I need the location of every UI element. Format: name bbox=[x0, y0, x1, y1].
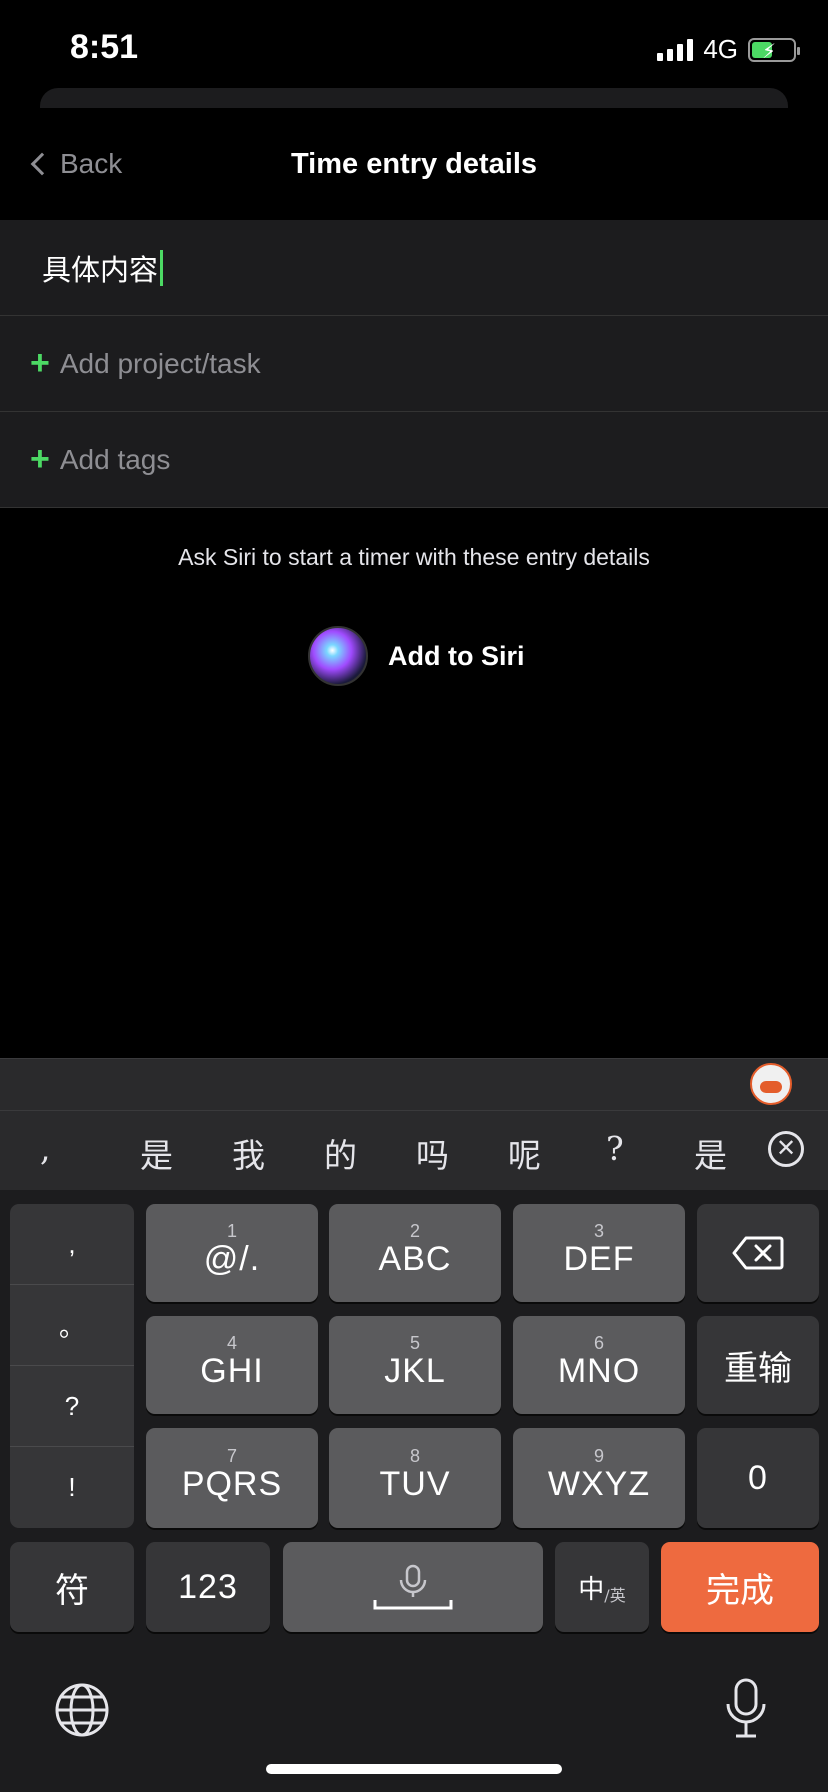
key-3[interactable]: 3 DEF bbox=[513, 1204, 685, 1302]
keyboard-toolbar bbox=[0, 1058, 828, 1110]
keyboard: , 。 ? ! 1 @/. 2 ABC 3 DEF 4 GHI 5 JKL 6 … bbox=[0, 1190, 828, 1792]
siri-hint: Ask Siri to start a timer with these ent… bbox=[178, 544, 650, 570]
backspace-icon bbox=[732, 1236, 784, 1270]
candidate-item[interactable]: , bbox=[40, 1129, 51, 1168]
home-indicator bbox=[266, 1764, 562, 1774]
candidate-item[interactable]: 我 bbox=[232, 1129, 265, 1177]
punct-key[interactable]: 。 bbox=[10, 1285, 134, 1366]
globe-icon[interactable] bbox=[54, 1682, 110, 1738]
candidate-item[interactable]: 的 bbox=[324, 1129, 357, 1177]
candidate-bar: , 是 我 的 吗 呢 ? 是 ✕ bbox=[0, 1110, 828, 1190]
entry-form: 具体内容 + Add project/task + Add tags bbox=[0, 220, 828, 508]
siri-icon bbox=[308, 626, 368, 686]
plus-icon: + bbox=[30, 440, 50, 478]
key-8[interactable]: 8 TUV bbox=[329, 1428, 501, 1528]
symbols-key[interactable]: 符 bbox=[10, 1542, 134, 1632]
key-1[interactable]: 1 @/. bbox=[146, 1204, 318, 1302]
mic-icon[interactable] bbox=[724, 1678, 768, 1740]
punct-key[interactable]: ! bbox=[10, 1447, 134, 1528]
add-to-siri-button[interactable]: Add to Siri bbox=[308, 626, 525, 686]
add-tags-button[interactable]: + Add tags bbox=[0, 412, 828, 508]
punct-key[interactable]: , bbox=[10, 1204, 134, 1285]
page-title: Time entry details bbox=[290, 148, 538, 180]
backspace-key[interactable] bbox=[697, 1204, 819, 1302]
nav-bar: Back Time entry details bbox=[0, 108, 828, 220]
key-4[interactable]: 4 GHI bbox=[146, 1316, 318, 1414]
key-2[interactable]: 2 ABC bbox=[329, 1204, 501, 1302]
status-indicators: 4G ⚡ bbox=[657, 34, 800, 65]
language-switch-key[interactable]: 中 /英 bbox=[555, 1542, 649, 1632]
status-bar: 8:51 4G ⚡ bbox=[0, 0, 828, 100]
candidate-item[interactable]: 是 bbox=[140, 1129, 173, 1177]
sheet-handle-area bbox=[40, 88, 788, 108]
key-5[interactable]: 5 JKL bbox=[329, 1316, 501, 1414]
key-6[interactable]: 6 MNO bbox=[513, 1316, 685, 1414]
key-7[interactable]: 7 PQRS bbox=[146, 1428, 318, 1528]
add-tags-label: Add tags bbox=[59, 443, 171, 475]
candidate-item[interactable]: 吗 bbox=[416, 1129, 449, 1177]
close-icon[interactable]: ✕ bbox=[768, 1131, 804, 1167]
signal-icon bbox=[657, 38, 694, 61]
reset-key[interactable]: 重输 bbox=[697, 1316, 819, 1414]
punctuation-column: , 。 ? ! bbox=[10, 1204, 134, 1528]
key-0[interactable]: 0 bbox=[697, 1428, 819, 1528]
candidate-item[interactable]: 呢 bbox=[508, 1129, 541, 1177]
done-key[interactable]: 完成 bbox=[661, 1542, 819, 1632]
key-9[interactable]: 9 WXYZ bbox=[513, 1428, 685, 1528]
space-key[interactable] bbox=[283, 1542, 543, 1632]
add-project-label: Add project/task bbox=[59, 347, 261, 379]
candidate-item[interactable]: ? bbox=[606, 1129, 624, 1168]
status-time: 8:51 bbox=[70, 28, 139, 66]
network-type: 4G bbox=[703, 34, 738, 64]
mic-icon bbox=[373, 1564, 453, 1610]
candidate-item[interactable]: 是 bbox=[694, 1129, 727, 1177]
description-value: 具体内容 bbox=[42, 254, 159, 287]
text-cursor bbox=[160, 249, 164, 286]
add-project-button[interactable]: + Add project/task bbox=[0, 316, 828, 412]
plus-icon: + bbox=[30, 344, 50, 382]
battery-icon: ⚡ bbox=[748, 37, 800, 63]
add-to-siri-label: Add to Siri bbox=[388, 640, 525, 671]
punct-key[interactable]: ? bbox=[10, 1366, 134, 1447]
description-field[interactable]: 具体内容 bbox=[0, 220, 828, 316]
keyboard-mascot-icon[interactable] bbox=[750, 1063, 792, 1105]
numbers-key[interactable]: 123 bbox=[146, 1542, 270, 1632]
